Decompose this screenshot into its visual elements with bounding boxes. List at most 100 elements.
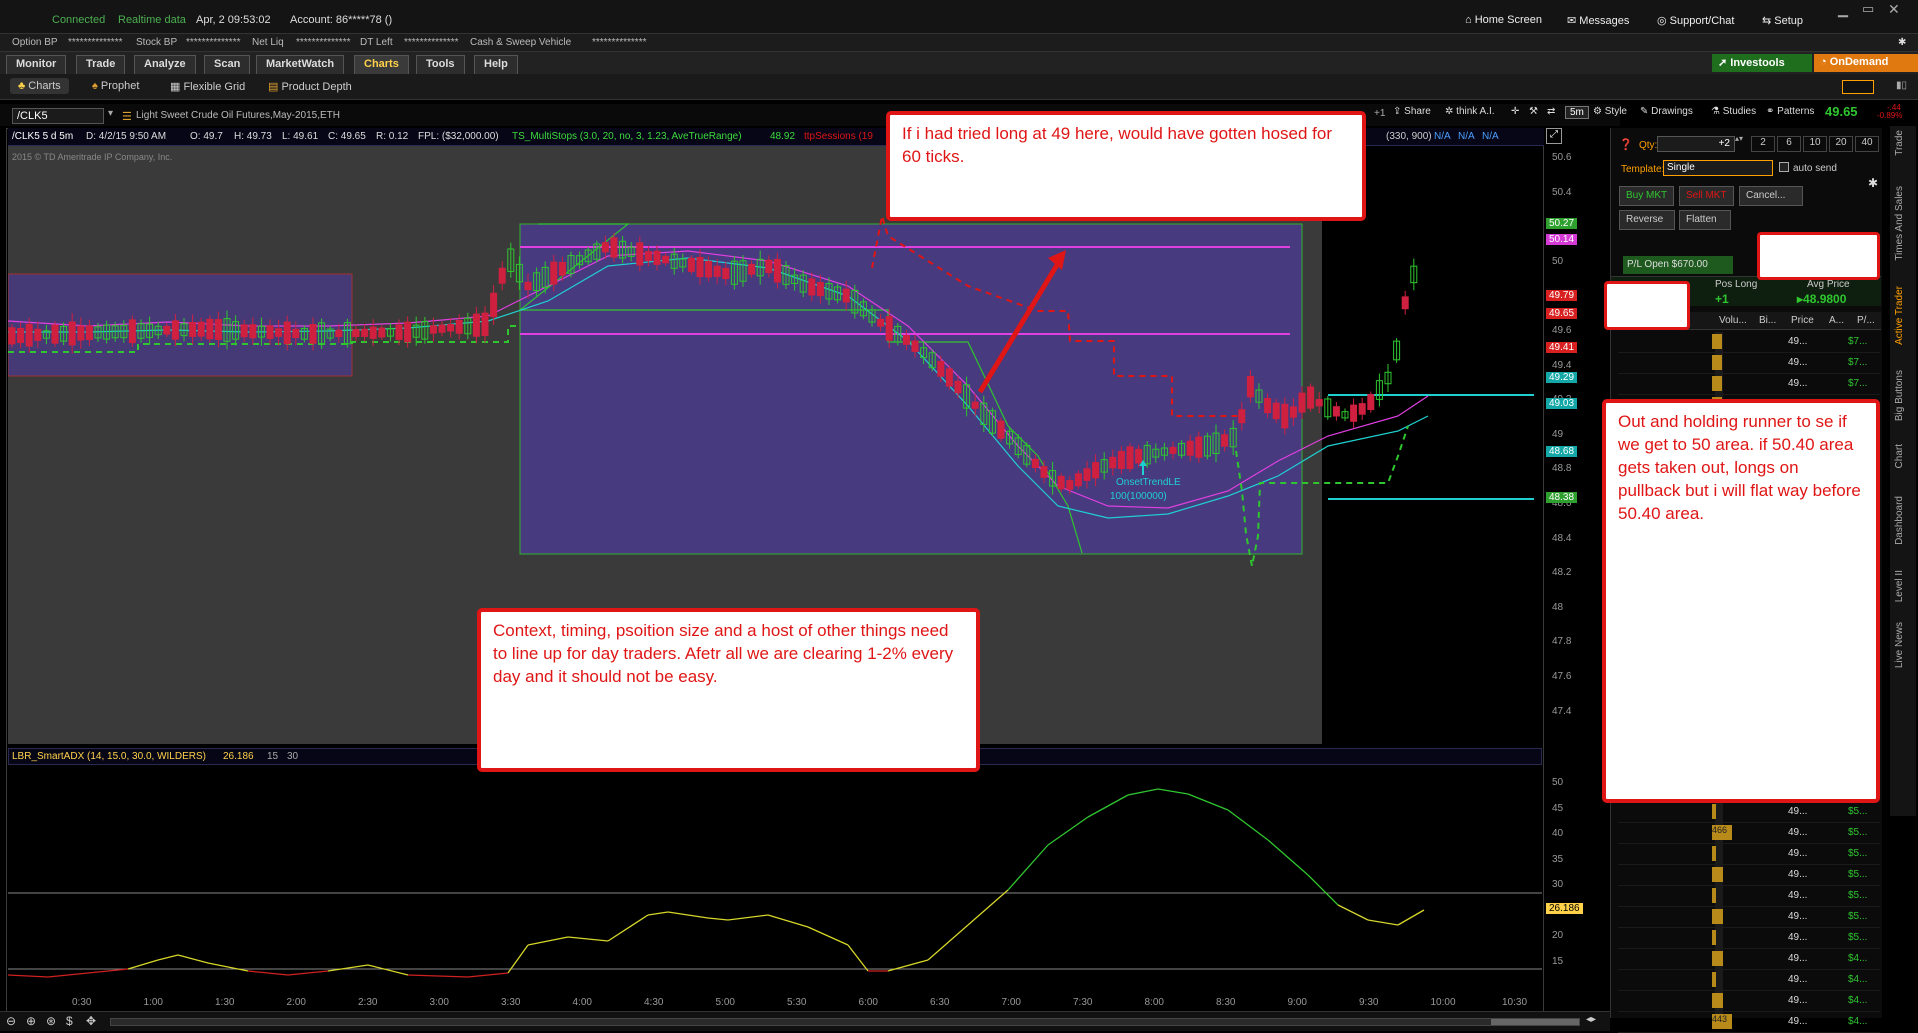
subtab-flexible-grid[interactable]: ▦ Flexible Grid [170, 80, 245, 93]
style-button[interactable]: ⚙ Style [1593, 106, 1627, 117]
zoom-fit-icon[interactable]: ⊛ [46, 1014, 56, 1028]
ladder-row[interactable]: 49... $5... [1618, 844, 1880, 865]
side-tab-times-sales[interactable]: Times And Sales [1894, 186, 1905, 261]
side-tab-trade[interactable]: Trade [1894, 130, 1905, 156]
zoom-in-icon[interactable]: ⊕ [26, 1014, 36, 1028]
ladder-row[interactable]: 49... $5... [1618, 802, 1880, 823]
wrench-icon[interactable]: ⚒ [1529, 106, 1538, 117]
scroll-arrows-icon[interactable]: ◂▸ [1586, 1014, 1596, 1025]
subtab-prophet[interactable]: ♠ Prophet [92, 80, 139, 92]
qty-preset-20[interactable]: 20 [1829, 136, 1853, 152]
template-select[interactable]: Single [1663, 160, 1773, 176]
share-button[interactable]: ⇪ Share [1393, 106, 1431, 117]
qty-input[interactable]: +2 [1657, 136, 1735, 152]
maximize-button[interactable]: ▭ [1862, 1, 1874, 17]
ladder-row[interactable]: 49... $5... [1618, 928, 1880, 949]
ladder-row[interactable]: 49... $7... [1618, 374, 1880, 395]
tab-tools[interactable]: Tools [416, 55, 465, 74]
ladder-pl: $5... [1848, 911, 1868, 922]
tab-monitor[interactable]: Monitor [6, 55, 67, 74]
side-tab-live-news[interactable]: Live News [1894, 622, 1905, 668]
qty-preset-2[interactable]: 2 [1751, 136, 1775, 152]
drawings-button[interactable]: ✎ Drawings [1640, 106, 1693, 117]
account-summary-bar: Option BP ************** Stock BP ******… [0, 34, 1918, 52]
time-axis-label: 10:00 [1430, 997, 1456, 1008]
ladder-row[interactable]: 49... $4... [1618, 970, 1880, 991]
col-ask[interactable]: A... [1829, 315, 1844, 326]
subtab-product-depth[interactable]: ▤ Product Depth [268, 80, 352, 93]
option-bp-label: Option BP [12, 37, 58, 48]
minimize-button[interactable]: ▁ [1838, 2, 1848, 18]
ondemand-button[interactable]: ◔ OnDemand [1814, 54, 1918, 72]
candle [524, 281, 532, 291]
side-tab-active-trader[interactable]: Active Trader [1894, 286, 1905, 345]
tab-help[interactable]: Help [474, 55, 518, 74]
ladder-row[interactable]: 49... $5... [1618, 865, 1880, 886]
col-price[interactable]: Price [1791, 315, 1814, 326]
ladder-row[interactable]: 443 49... $4... [1618, 1012, 1880, 1033]
ladder-pl: $4... [1848, 974, 1868, 985]
flatten-button[interactable]: Flatten [1679, 210, 1731, 230]
side-tab-level2[interactable]: Level II [1894, 570, 1905, 602]
studies-button[interactable]: ⚗ Studies [1711, 106, 1756, 117]
tab-charts[interactable]: Charts [354, 55, 409, 74]
compare-icon[interactable]: ⇄ [1547, 106, 1555, 117]
layout-selector[interactable] [1842, 80, 1874, 94]
adx-chart[interactable] [8, 765, 1542, 997]
qty-preset-10[interactable]: 10 [1803, 136, 1827, 152]
buy-mkt-button[interactable]: Buy MKT [1619, 186, 1675, 206]
side-tab-chart[interactable]: Chart [1894, 444, 1905, 468]
ladder-row[interactable]: 49... $7... [1618, 353, 1880, 374]
messages-button[interactable]: ✉ Messages [1567, 14, 1629, 27]
candle [352, 329, 360, 338]
auto-send-checkbox[interactable] [1779, 162, 1789, 172]
qty-preset-40[interactable]: 40 [1855, 136, 1879, 152]
drag-icon[interactable]: ✥ [86, 1014, 96, 1028]
col-pl[interactable]: P/... [1857, 315, 1875, 326]
ladder-row[interactable]: 466 49... $5... [1618, 823, 1880, 844]
symbol-input[interactable]: /CLK5 [12, 108, 104, 124]
tab-analyze[interactable]: Analyze [134, 55, 196, 74]
home-screen-button[interactable]: ⌂ Home Screen [1465, 14, 1542, 26]
ladder-row[interactable]: 49... $5... [1618, 907, 1880, 928]
tab-trade[interactable]: Trade [76, 55, 126, 74]
ladder-row[interactable]: 49... $4... [1618, 991, 1880, 1012]
zoom-out-icon[interactable]: ⊖ [6, 1014, 16, 1028]
col-volume[interactable]: Volu... [1719, 315, 1747, 326]
help-icon[interactable]: ❓ [1619, 138, 1633, 151]
panel-toggle-icon[interactable]: ▮▯ [1896, 80, 1907, 91]
tab-scan[interactable]: Scan [204, 55, 251, 74]
sell-mkt-button[interactable]: Sell MKT [1679, 186, 1734, 206]
dollar-icon[interactable]: $ [66, 1014, 73, 1028]
panel-settings-icon[interactable]: ✱ [1868, 176, 1878, 190]
col-bid[interactable]: Bi... [1759, 315, 1776, 326]
maximize-chart-icon[interactable]: ⤢ [1546, 128, 1562, 144]
support-chat-button[interactable]: ◎ Support/Chat [1657, 14, 1734, 27]
symbol-dropdown-icon[interactable]: ▾ [108, 108, 113, 119]
side-tab-dashboard[interactable]: Dashboard [1894, 496, 1905, 545]
crosshair-icon[interactable]: ✛ [1511, 106, 1519, 117]
cancel-orders-button[interactable]: Cancel... [1739, 186, 1803, 206]
close-window-button[interactable]: ✕ [1888, 1, 1900, 18]
horizontal-scrollbar[interactable] [110, 1018, 1580, 1026]
timeframe-selector[interactable]: 5m [1565, 106, 1589, 119]
subtab-charts[interactable]: ♣ Charts [10, 78, 69, 94]
qty-preset-6[interactable]: 6 [1777, 136, 1801, 152]
qty-stepper[interactable]: ▴▾ [1735, 134, 1743, 143]
ladder-row[interactable]: 49... $4... [1618, 949, 1880, 970]
setup-button[interactable]: ⇆ Setup [1762, 14, 1803, 27]
side-tab-big-buttons[interactable]: Big Buttons [1894, 370, 1905, 421]
gear-icon[interactable]: ✱ [1898, 37, 1906, 48]
candle [1066, 480, 1074, 490]
ladder-row[interactable]: 49... $7... [1618, 332, 1880, 353]
ladder-row[interactable]: 49... $5... [1618, 886, 1880, 907]
patterns-button[interactable]: ⚭ Patterns [1766, 106, 1814, 117]
reverse-button[interactable]: Reverse [1619, 210, 1675, 230]
thinkai-button[interactable]: ✲ think A.I. [1445, 106, 1495, 117]
candle [842, 288, 850, 303]
info-multistops-value: 48.92 [770, 131, 796, 142]
account-selector[interactable]: Account: 86*****78 () [290, 14, 392, 26]
investools-button[interactable]: ➚ Investools [1712, 54, 1812, 72]
avg-price-label: Avg Price [1807, 279, 1850, 290]
tab-marketwatch[interactable]: MarketWatch [256, 55, 345, 74]
